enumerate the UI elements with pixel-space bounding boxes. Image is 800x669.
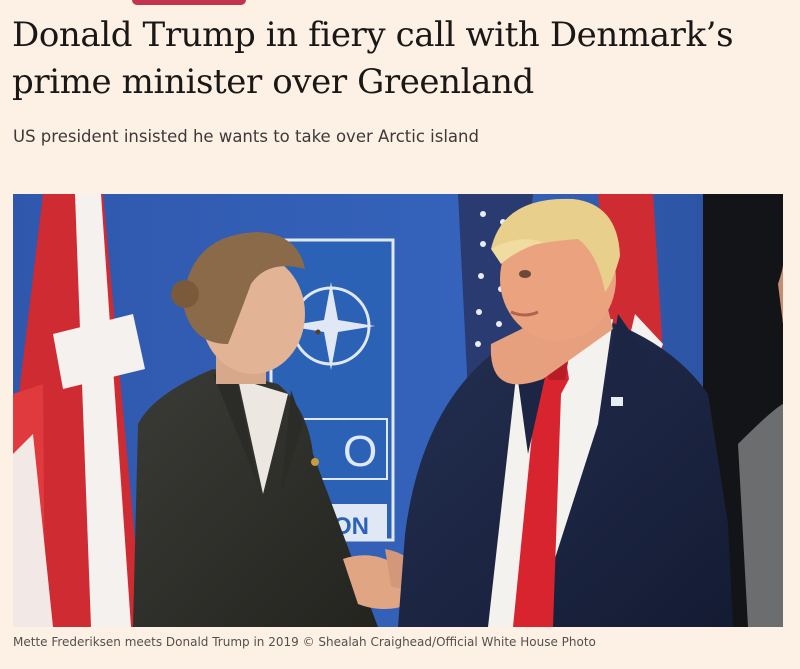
banner-text-o: O bbox=[343, 427, 377, 476]
article-photo: O ON bbox=[13, 194, 783, 627]
top-accent-bar bbox=[132, 0, 246, 5]
article-headline: Donald Trump in fiery call with Denmark’… bbox=[12, 15, 734, 102]
photo-caption: Mette Frederiksen meets Donald Trump in … bbox=[13, 635, 596, 649]
article-standfirst: US president insisted he wants to take o… bbox=[13, 127, 479, 146]
